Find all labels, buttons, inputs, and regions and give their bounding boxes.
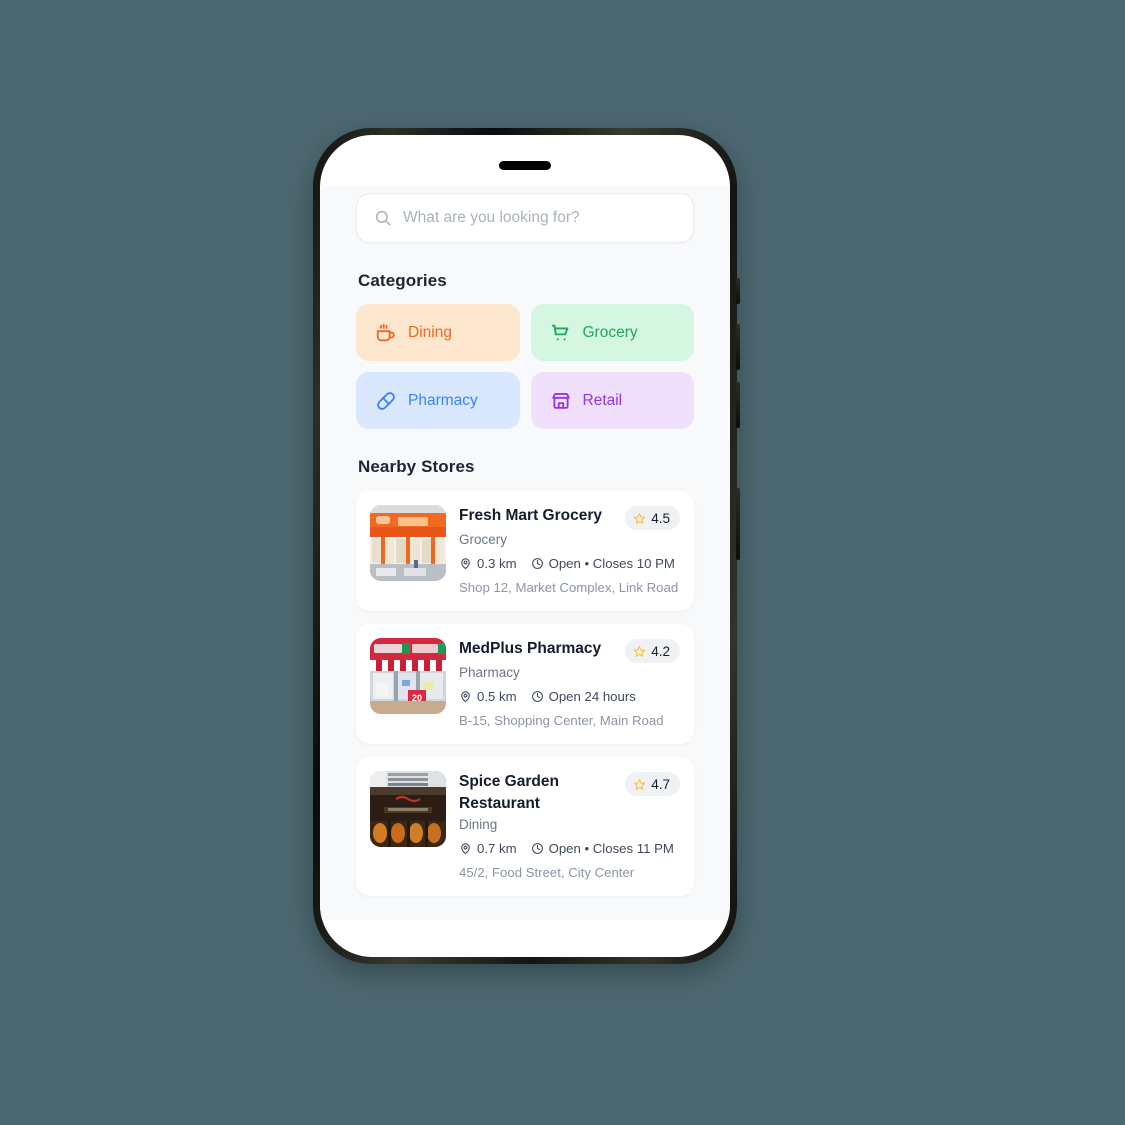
category-label-dining: Dining (408, 323, 452, 341)
store-category: Grocery (459, 532, 508, 547)
shopping-cart-icon (550, 322, 572, 344)
rating-badge: 4.7 (625, 772, 680, 797)
store-hours-value: Open 24 hours (548, 689, 636, 705)
search-bar[interactable] (356, 193, 694, 243)
phone-device-frame: Categories Dining (313, 128, 740, 964)
store-hours: Open • Closes 11 PM (531, 841, 674, 856)
category-tile-dining[interactable]: Dining (356, 304, 520, 361)
store-hours-value: Open • Closes 10 PM (548, 556, 675, 571)
store-category: Pharmacy (459, 665, 520, 681)
store-hours-value: Open • Closes 11 PM (548, 841, 674, 857)
store-meta: 0.3 km Open • Closes 10 PM (459, 556, 680, 571)
store-hours: Open • Closes 10 PM (531, 556, 675, 571)
categories-heading: Categories (358, 271, 447, 290)
store-address: Shop 12, Market Complex, Link Road (459, 580, 679, 595)
store-details: MedPlus Pharmacy 4.2 Pharmacy 0.5 km Ope… (459, 638, 680, 730)
star-icon (633, 645, 646, 658)
app-screen: Categories Dining (320, 186, 730, 920)
rating-value: 4.5 (651, 510, 670, 526)
nearby-stores-heading: Nearby Stores (358, 457, 475, 476)
restaurant-storefront-photo (370, 771, 446, 848)
rating-badge: 4.5 (625, 506, 680, 530)
volume-down-button[interactable] (736, 382, 740, 428)
rating-value: 4.2 (651, 643, 670, 659)
map-pin-icon (459, 690, 472, 703)
category-tile-retail[interactable]: Retail (530, 372, 694, 429)
store-category: Dining (459, 817, 498, 833)
category-label-pharmacy: Pharmacy (408, 391, 478, 409)
rating-badge: 4.2 (625, 639, 680, 664)
store-meta: 0.5 km Open 24 hours (459, 689, 680, 704)
store-hours: Open 24 hours (531, 689, 636, 704)
store-card[interactable]: 20 MedPlus Pharmacy 4.2 Pharmacy 0.5 km … (356, 624, 694, 745)
store-address: B-15, Shopping Center, Main Road (459, 713, 664, 729)
store-front-icon (550, 390, 572, 412)
store-list: Fresh Mart Grocery 4.5 Grocery 0.3 km Op… (356, 491, 694, 920)
store-name: Fresh Mart Grocery (459, 507, 602, 524)
star-icon (633, 778, 646, 791)
category-tile-grocery[interactable]: Grocery (530, 304, 694, 361)
coffee-cup-icon (375, 322, 397, 344)
store-details: Fresh Mart Grocery 4.5 Grocery 0.3 km Op… (459, 505, 680, 597)
grocery-storefront-photo (370, 505, 446, 581)
store-card[interactable]: Spice Garden Restaurant 4.7 Dining 0.7 k… (356, 757, 694, 897)
store-card[interactable]: Fresh Mart Grocery 4.5 Grocery 0.3 km Op… (356, 491, 694, 612)
clock-icon (531, 557, 544, 570)
category-tile-pharmacy[interactable]: Pharmacy (356, 372, 520, 429)
store-distance: 0.5 km (459, 689, 517, 704)
store-distance-value: 0.3 km (477, 556, 517, 571)
phone-bezel: Categories Dining (320, 135, 730, 957)
clock-icon (531, 690, 544, 703)
pharmacy-storefront-photo: 20 (370, 638, 446, 715)
map-pin-icon (459, 557, 472, 570)
store-name: Spice Garden Restaurant (459, 773, 559, 813)
pill-capsule-icon (375, 390, 397, 412)
volume-up-button[interactable] (736, 324, 740, 370)
silent-switch-button[interactable] (736, 278, 740, 304)
search-input[interactable] (403, 209, 676, 227)
store-distance: 0.7 km (459, 841, 517, 856)
store-header: MedPlus Pharmacy 4.2 (459, 638, 680, 664)
store-header: Spice Garden Restaurant 4.7 (459, 771, 680, 815)
search-icon (374, 209, 392, 227)
category-label-grocery: Grocery (582, 323, 638, 341)
store-name: MedPlus Pharmacy (459, 640, 602, 658)
earpiece-speaker (499, 161, 551, 170)
power-button[interactable] (736, 488, 740, 560)
store-meta: 0.7 km Open • Closes 11 PM (459, 841, 680, 856)
store-distance-value: 0.5 km (477, 689, 517, 705)
category-label-retail: Retail (582, 391, 623, 409)
category-grid: Dining Grocery Pharmacy Retail (356, 304, 694, 429)
star-icon (633, 512, 646, 525)
store-distance-value: 0.7 km (477, 841, 517, 857)
store-address: 45/2, Food Street, City Center (459, 865, 635, 881)
clock-icon (531, 842, 544, 855)
store-distance: 0.3 km (459, 556, 517, 571)
store-header: Fresh Mart Grocery 4.5 (459, 505, 680, 530)
rating-value: 4.7 (651, 776, 670, 792)
map-pin-icon (459, 842, 472, 855)
store-details: Spice Garden Restaurant 4.7 Dining 0.7 k… (459, 771, 680, 882)
